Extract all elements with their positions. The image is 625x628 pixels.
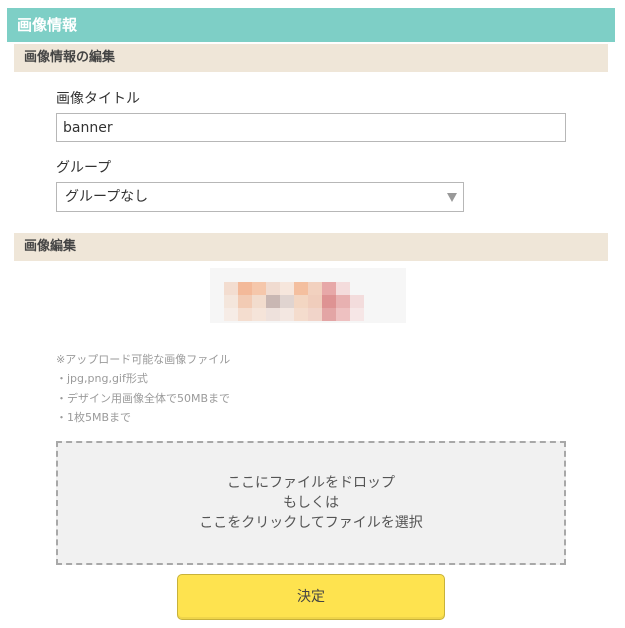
panel-title: 画像情報 xyxy=(17,16,78,34)
pixelated-image xyxy=(210,268,406,323)
upload-note: ・デザイン用画像全体で50MBまで xyxy=(56,392,231,405)
section-edit-info: 画像情報の編集 xyxy=(14,44,608,72)
image-thumbnail xyxy=(210,268,406,323)
upload-note: ・1枚5MBまで xyxy=(56,411,132,424)
section-title: 画像情報の編集 xyxy=(24,50,116,65)
submit-button[interactable]: 決定 xyxy=(177,574,445,620)
section-title: 画像編集 xyxy=(24,239,77,254)
chevron-down-icon xyxy=(447,193,457,202)
panel-header: 画像情報 xyxy=(7,8,615,42)
section-image-edit: 画像編集 xyxy=(14,233,608,261)
group-label: グループ xyxy=(56,160,112,176)
dropzone-text: ここにファイルをドロップ xyxy=(227,475,395,491)
dropzone-text: ここをクリックしてファイルを選択 xyxy=(199,515,423,531)
group-select-value: グループなし xyxy=(65,189,149,205)
image-title-input[interactable] xyxy=(56,113,566,142)
image-title-label: 画像タイトル xyxy=(56,91,140,107)
group-select[interactable]: グループなし xyxy=(56,182,464,212)
dropzone-text: もしくは xyxy=(283,495,339,511)
upload-note: ※アップロード可能な画像ファイル xyxy=(56,353,231,366)
upload-note: ・jpg,png,gif形式 xyxy=(56,372,148,385)
file-dropzone[interactable]: ここにファイルをドロップ もしくは ここをクリックしてファイルを選択 xyxy=(56,441,566,565)
